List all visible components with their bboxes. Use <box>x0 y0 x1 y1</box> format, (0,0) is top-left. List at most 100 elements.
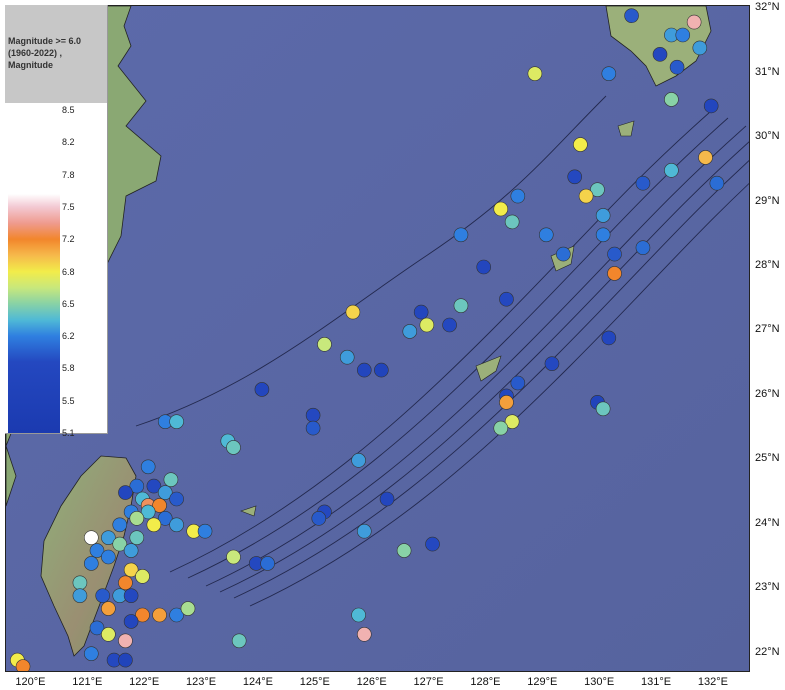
earthquake-marker[interactable] <box>664 92 679 107</box>
earthquake-marker[interactable] <box>356 523 372 539</box>
earthquake-marker[interactable] <box>118 485 133 500</box>
earthquake-marker[interactable] <box>118 575 133 591</box>
map-canvas[interactable] <box>6 6 750 672</box>
earthquake-marker[interactable] <box>556 246 571 262</box>
earthquake-marker[interactable] <box>595 227 611 243</box>
earthquake-marker[interactable] <box>669 59 685 75</box>
earthquake-marker[interactable] <box>254 382 270 397</box>
earthquake-marker[interactable] <box>624 8 639 23</box>
earthquake-marker[interactable] <box>442 317 457 333</box>
earthquake-marker[interactable] <box>607 246 622 262</box>
earthquake-marker[interactable] <box>123 588 139 603</box>
earthquake-marker[interactable] <box>72 588 88 603</box>
latitude-label: 29°N <box>755 194 780 207</box>
earthquake-marker[interactable] <box>123 614 139 629</box>
legend-tick-label: 5.8 <box>62 363 75 374</box>
earthquake-marker[interactable] <box>419 317 435 333</box>
earthquake-marker[interactable] <box>607 266 622 281</box>
earthquake-marker[interactable] <box>351 453 366 468</box>
earthquake-marker[interactable] <box>163 472 179 487</box>
earthquake-marker[interactable] <box>118 633 133 649</box>
earthquake-marker[interactable] <box>101 549 116 565</box>
earthquake-marker[interactable] <box>686 14 702 30</box>
earthquake-marker[interactable] <box>305 420 321 436</box>
earthquake-marker[interactable] <box>226 549 241 565</box>
earthquake-marker[interactable] <box>146 517 162 533</box>
legend-tick-label: 6.2 <box>62 331 75 342</box>
earthquake-marker[interactable] <box>453 227 469 243</box>
earthquake-marker[interactable] <box>231 633 247 649</box>
earthquake-marker[interactable] <box>698 150 713 165</box>
earthquake-marker[interactable] <box>567 169 583 185</box>
earthquake-marker[interactable] <box>703 98 719 114</box>
earthquake-marker[interactable] <box>413 304 429 320</box>
earthquake-marker[interactable] <box>101 601 116 616</box>
earthquake-marker[interactable] <box>544 356 560 371</box>
earthquake-marker[interactable] <box>374 362 389 378</box>
earthquake-marker[interactable] <box>635 240 651 255</box>
earthquake-marker[interactable] <box>453 298 469 313</box>
earthquake-marker[interactable] <box>140 459 156 475</box>
earthquake-marker[interactable] <box>112 517 128 533</box>
earthquake-marker[interactable] <box>15 659 31 672</box>
earthquake-marker[interactable] <box>652 47 668 62</box>
latitude-label: 28°N <box>755 259 780 271</box>
earthquake-marker[interactable] <box>504 214 520 230</box>
earthquake-marker[interactable] <box>197 523 213 539</box>
earthquake-marker[interactable] <box>129 530 145 545</box>
earthquake-marker[interactable] <box>356 627 372 642</box>
earthquake-marker[interactable] <box>95 588 110 603</box>
earthquake-marker[interactable] <box>356 362 372 378</box>
earthquake-marker[interactable] <box>379 491 395 507</box>
earthquake-marker[interactable] <box>118 652 133 668</box>
earthquake-marker[interactable] <box>635 175 651 191</box>
earthquake-marker[interactable] <box>84 530 99 545</box>
earthquake-marker[interactable] <box>601 330 617 346</box>
earthquake-marker[interactable] <box>396 543 412 558</box>
earthquake-marker[interactable] <box>595 401 611 417</box>
earthquake-marker[interactable] <box>493 420 509 436</box>
earthquake-marker[interactable] <box>675 27 691 43</box>
earthquake-marker[interactable] <box>425 536 440 552</box>
earthquake-marker[interactable] <box>169 491 184 507</box>
earthquake-marker[interactable] <box>402 324 418 339</box>
earthquake-marker[interactable] <box>527 66 543 81</box>
earthquake-marker[interactable] <box>601 66 617 81</box>
earthquake-marker[interactable] <box>101 627 116 642</box>
earthquake-marker[interactable] <box>664 163 679 178</box>
earthquake-marker[interactable] <box>129 511 145 526</box>
earthquake-marker[interactable] <box>538 227 554 243</box>
earthquake-marker[interactable] <box>510 188 526 204</box>
earthquake-marker[interactable] <box>135 569 150 584</box>
earthquake-marker[interactable] <box>692 40 708 56</box>
earthquake-marker[interactable] <box>226 440 241 455</box>
earthquake-marker[interactable] <box>351 607 366 623</box>
earthquake-marker[interactable] <box>72 575 88 591</box>
earthquake-marker[interactable] <box>305 407 321 423</box>
earthquake-marker[interactable] <box>339 349 355 365</box>
earthquake-marker[interactable] <box>476 259 492 275</box>
earthquake-marker[interactable] <box>493 201 509 217</box>
earthquake-marker[interactable] <box>709 175 725 191</box>
earthquake-marker[interactable] <box>311 511 327 526</box>
earthquake-marker[interactable] <box>499 395 514 410</box>
earthquake-marker[interactable] <box>169 414 184 429</box>
earthquake-marker[interactable] <box>152 607 167 623</box>
earthquake-marker[interactable] <box>510 375 526 391</box>
earthquake-marker[interactable] <box>180 601 196 616</box>
earthquake-marker[interactable] <box>84 556 99 571</box>
earthquake-marker[interactable] <box>317 337 332 352</box>
earthquake-marker[interactable] <box>123 543 139 558</box>
earthquake-marker[interactable] <box>84 646 99 661</box>
map-panel[interactable] <box>5 5 750 672</box>
magnitude-legend: Magnitude >= 6.0 (1960-2022) , Magnitude… <box>5 5 108 438</box>
earthquake-marker[interactable] <box>578 188 594 204</box>
earthquake-marker[interactable] <box>595 208 611 223</box>
earthquake-marker[interactable] <box>260 556 275 571</box>
earthquake-marker[interactable] <box>573 137 588 152</box>
earthquake-marker[interactable] <box>169 517 184 533</box>
legend-color-bar <box>8 110 60 433</box>
longitude-label: 123°E <box>186 676 217 688</box>
earthquake-marker[interactable] <box>499 291 514 307</box>
earthquake-marker[interactable] <box>345 304 361 320</box>
